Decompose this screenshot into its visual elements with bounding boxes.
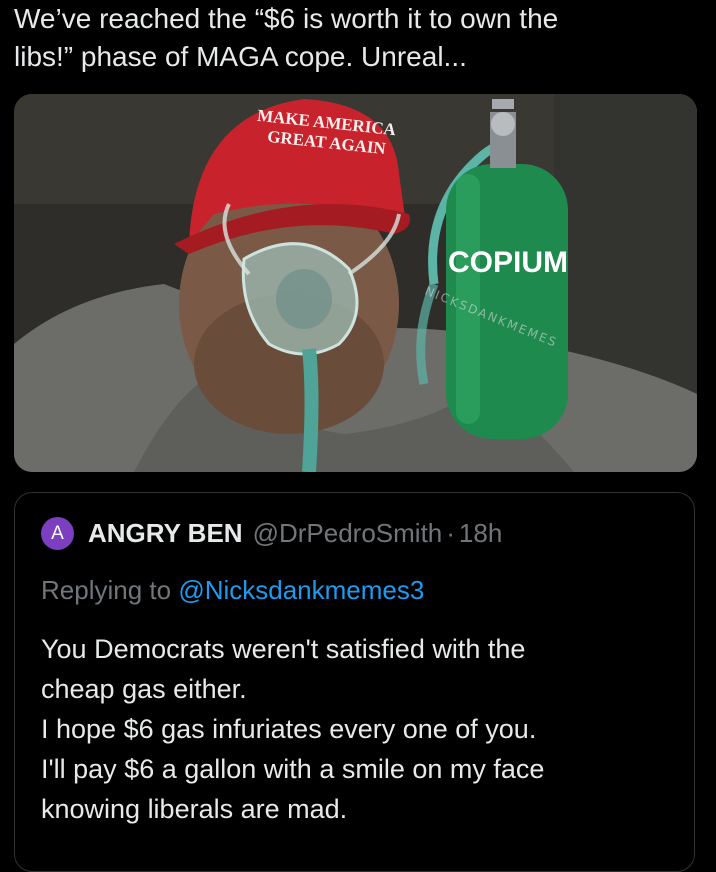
- separator-dot: ·: [446, 518, 455, 548]
- quote-line: knowing liberals are mad.: [41, 794, 348, 824]
- replying-to-label: Replying to: [41, 575, 179, 605]
- quote-line: cheap gas either.: [41, 674, 247, 704]
- avatar[interactable]: A: [41, 517, 74, 550]
- replying-to-handle[interactable]: @Nicksdankmemes3: [178, 575, 424, 605]
- user-handle[interactable]: @DrPedroSmith: [253, 518, 443, 549]
- quote-line: I'll pay $6 a gallon with a smile on my …: [41, 754, 545, 784]
- replying-to: Replying to @Nicksdankmemes3: [41, 575, 424, 606]
- tweet-text: We’ve reached the “$6 is worth it to own…: [14, 3, 559, 72]
- tank-label: COPIUM: [448, 246, 568, 279]
- quote-line: You Democrats weren't satisfied with the: [41, 634, 526, 664]
- quoted-tweet-text: You Democrats weren't satisfied with the…: [41, 629, 681, 829]
- timestamp[interactable]: 18h: [459, 518, 502, 549]
- display-name[interactable]: ANGRY BEN: [88, 518, 243, 549]
- quoted-tweet[interactable]: A ANGRY BEN @DrPedroSmith · 18h Replying…: [14, 492, 695, 872]
- tweet-image[interactable]: MAKE AMERICA GREAT AGAIN COPIUM NICKSDAN…: [14, 94, 697, 472]
- quote-line: I hope $6 gas infuriates every one of yo…: [41, 714, 537, 744]
- quoted-tweet-header: A ANGRY BEN @DrPedroSmith · 18h: [41, 517, 502, 550]
